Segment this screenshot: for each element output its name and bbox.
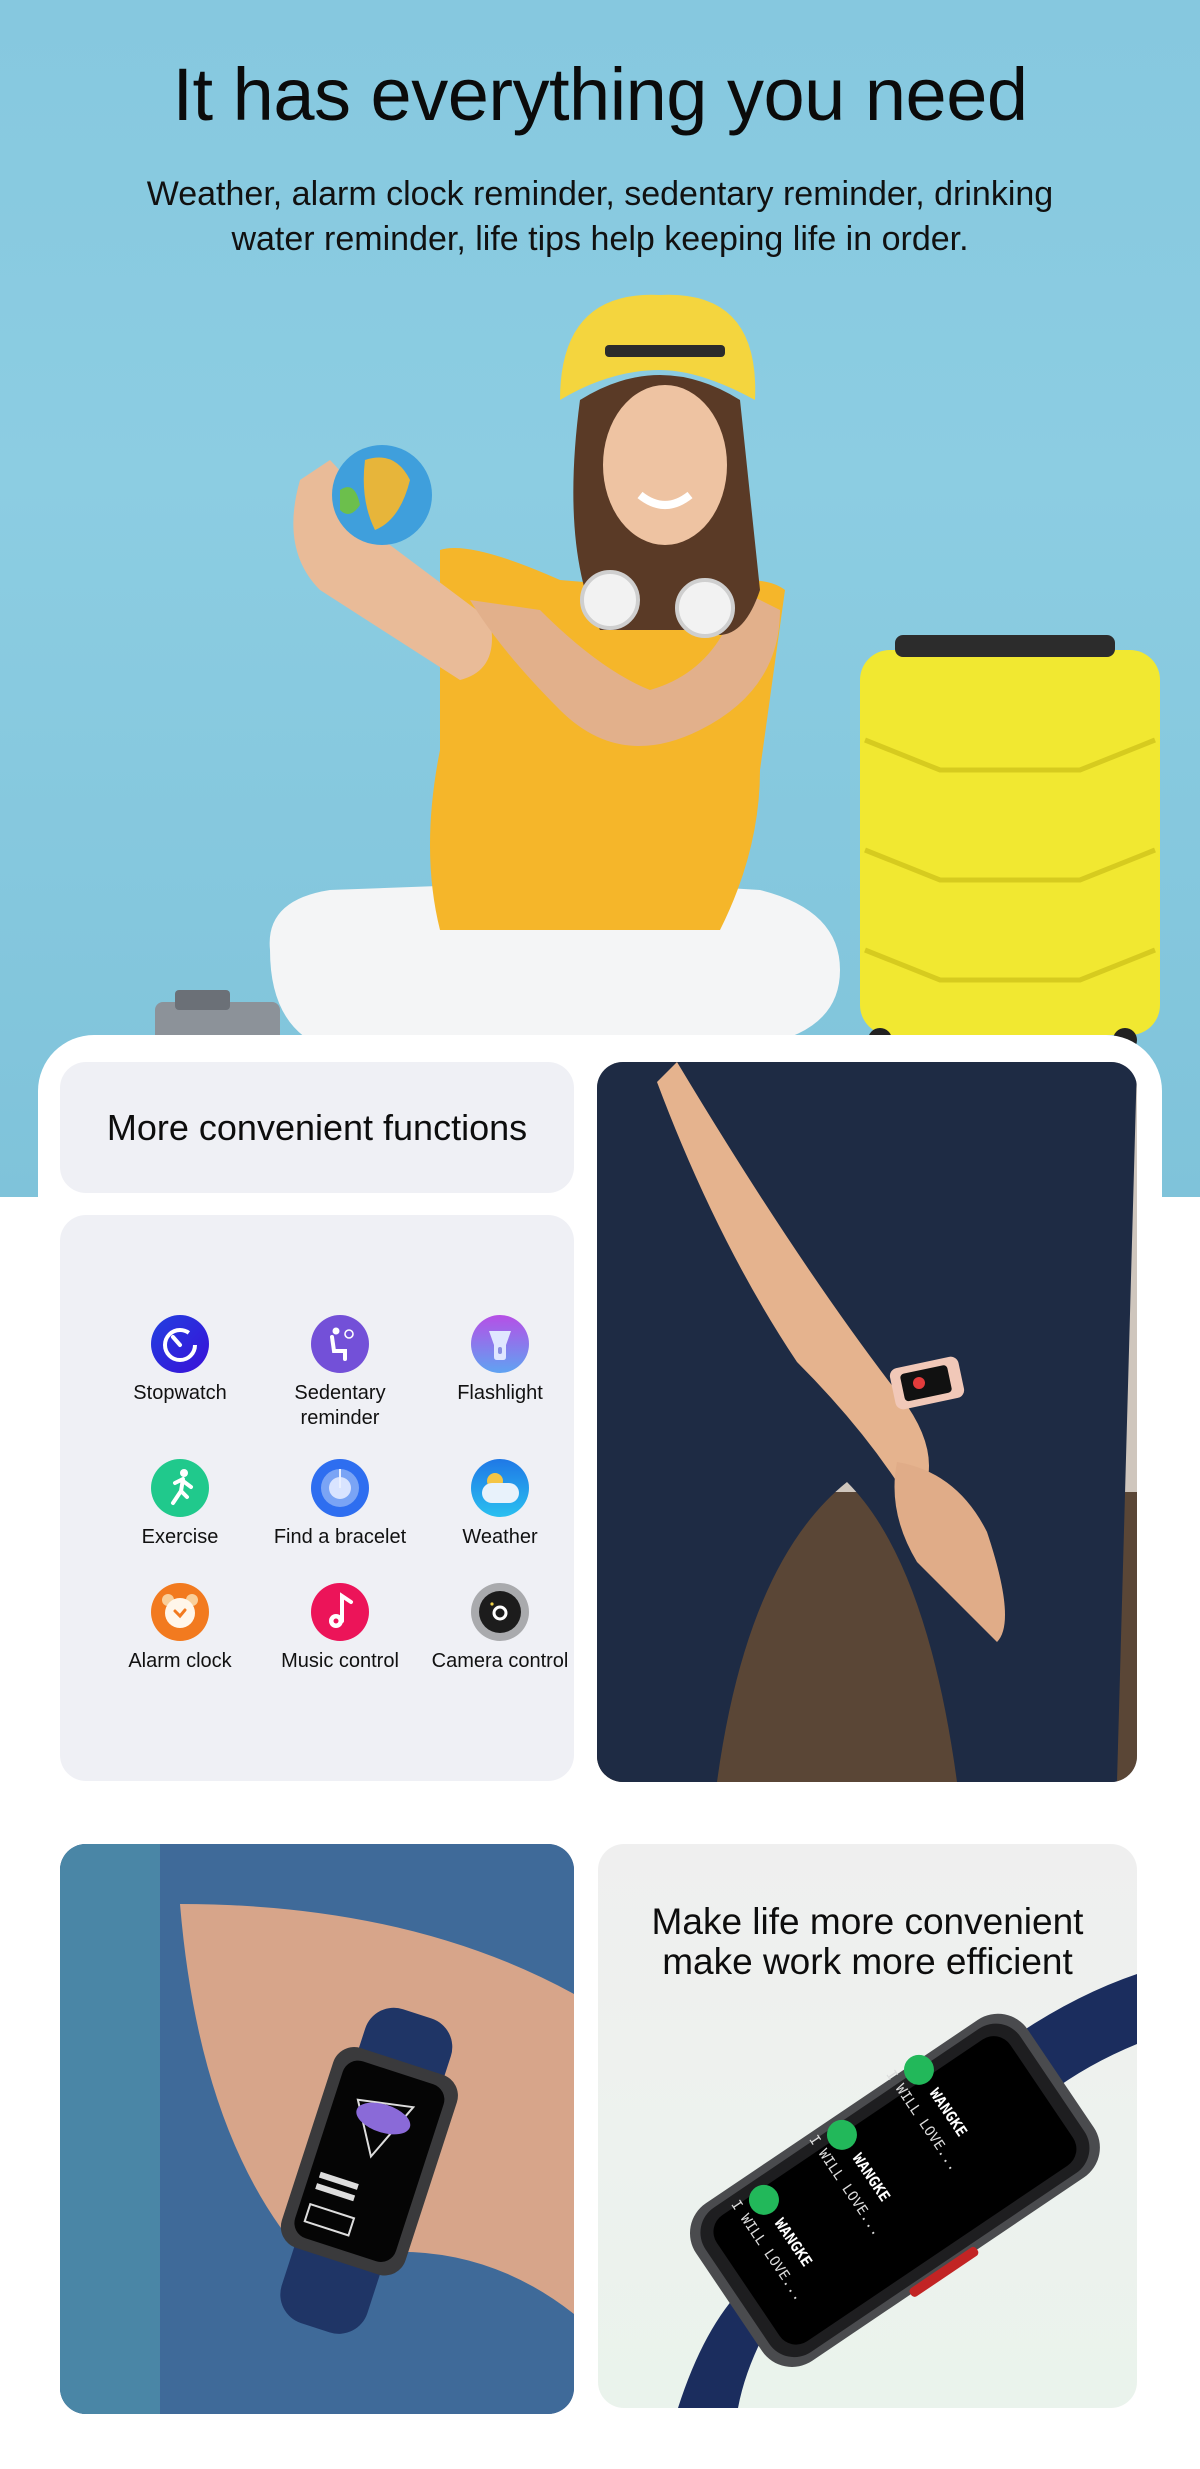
functions-grid-card: Stopwatch Sedentary reminder Flashlight …	[60, 1215, 574, 1781]
hero-subtitle-line2: water reminder, life tips help keeping l…	[231, 220, 969, 258]
photo-wrist-watch-closeup	[60, 1844, 574, 2414]
functions-grid: Stopwatch Sedentary reminder Flashlight …	[100, 1315, 574, 1695]
function-label: Alarm clock	[128, 1650, 232, 1672]
function-label: Find a bracelet	[273, 1526, 407, 1548]
alarm-clock-icon	[151, 1583, 209, 1641]
watch-notifications-card: Make life more convenient make work more…	[598, 1844, 1137, 2408]
function-label: Weather	[462, 1526, 538, 1548]
hero-title: It has everything you need	[172, 53, 1028, 136]
function-flashlight[interactable]: Flashlight	[420, 1315, 574, 1447]
hero-subtitle-line1: Weather, alarm clock reminder, sedentary…	[146, 175, 1054, 213]
sedentary-reminder-icon	[311, 1315, 369, 1373]
photo-woman-stretching-with-watch	[597, 1062, 1137, 1782]
function-sedentary-reminder[interactable]: Sedentary reminder	[260, 1315, 420, 1447]
function-label: Camera control	[431, 1650, 569, 1672]
globe	[332, 445, 432, 545]
face	[603, 385, 727, 545]
camera-control-icon	[471, 1583, 529, 1641]
function-label: Sedentary reminder	[294, 1382, 386, 1429]
hero-photo-woman-with-globe	[0, 290, 1200, 1052]
function-label: Stopwatch	[133, 1382, 227, 1404]
function-label: Flashlight	[457, 1382, 543, 1404]
hero-banner: It has everything you need Weather, alar…	[0, 0, 1200, 1197]
stopwatch-icon	[151, 1315, 209, 1373]
exercise-icon	[151, 1459, 209, 1517]
hero-subtitle: Weather, alarm clock reminder, sedentary…	[100, 172, 1100, 262]
function-alarm-clock[interactable]: Alarm clock	[100, 1583, 260, 1695]
function-label: Music control	[281, 1650, 399, 1672]
function-music-control[interactable]: Music control	[260, 1583, 420, 1695]
function-stopwatch[interactable]: Stopwatch	[100, 1315, 260, 1447]
weather-icon	[471, 1459, 529, 1517]
functions-title: More convenient functions	[106, 1106, 528, 1148]
function-exercise[interactable]: Exercise	[100, 1459, 260, 1571]
function-weather[interactable]: Weather	[420, 1459, 574, 1571]
yellow-suitcase	[860, 635, 1160, 1052]
function-label: Exercise	[141, 1526, 219, 1548]
function-find-bracelet[interactable]: Find a bracelet	[260, 1459, 420, 1571]
flashlight-icon	[471, 1315, 529, 1373]
smartwatch-render	[678, 1974, 1137, 2408]
music-control-icon	[311, 1583, 369, 1641]
function-camera-control[interactable]: Camera control	[420, 1583, 574, 1695]
find-bracelet-icon	[311, 1459, 369, 1517]
functions-title-card: More convenient functions	[60, 1062, 574, 1193]
